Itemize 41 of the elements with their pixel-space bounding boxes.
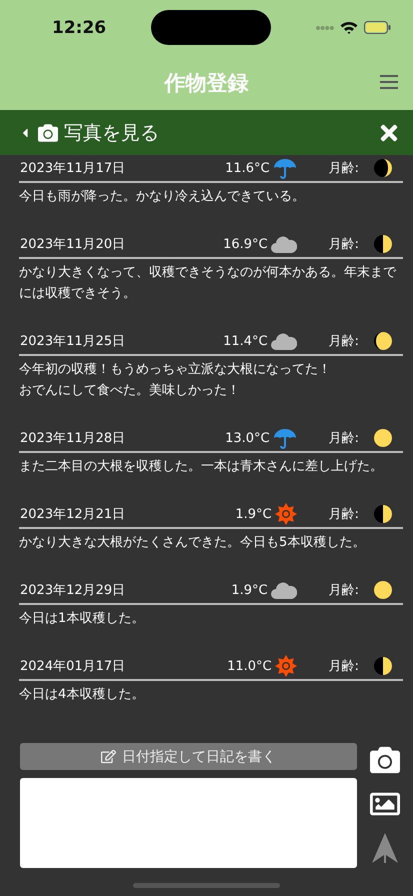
moon-age-label: 月齢: [328, 506, 359, 523]
entry-text: かなり大きくなって、収穫できそうなのが何本かある。年末までには収穫できそう。 [19, 264, 398, 303]
pencil-icon [101, 749, 116, 764]
screen-title: 作物登録 [164, 70, 248, 96]
moon-age-label: 月齢: [328, 582, 359, 599]
moon-age-label: 月齢: [328, 333, 359, 350]
camera-icon[interactable] [38, 122, 58, 142]
menu-icon[interactable] [379, 74, 399, 90]
entry-text: 今日も雨が降った。かなり冷え込んできている。 [19, 188, 306, 206]
moon-age-label: 月齢: [328, 658, 359, 675]
moon-age-label: 月齢: [328, 160, 359, 177]
temperature: 16.9°C [223, 236, 268, 252]
entry-text: 今日は4本収穫した。 [19, 686, 146, 704]
diary-input-field[interactable] [20, 778, 357, 868]
signal-icon [316, 24, 334, 30]
moon-age-label: 月齢: [328, 430, 359, 447]
entry-date: 2024年01月17日 [20, 658, 126, 675]
entry-date: 2023年11月28日 [20, 430, 126, 447]
entry-date: 2023年12月29日 [20, 582, 126, 599]
send-icon[interactable] [372, 833, 398, 863]
wifi-icon [340, 21, 358, 34]
status-time: 12:26 [52, 18, 106, 38]
temperature: 1.9°C [235, 506, 272, 522]
entry-date: 2023年11月25日 [20, 333, 126, 350]
battery-icon [364, 21, 391, 34]
entry-date: 2023年11月17日 [20, 160, 126, 177]
entry-date: 2023年12月21日 [20, 506, 126, 523]
temperature: 11.4°C [223, 334, 268, 348]
entry-text: 今年初の収穫！もうめっちゃ立派な大根になってた！ [19, 361, 332, 379]
write-diary-button[interactable]: 日付指定して日記を書く [20, 743, 357, 770]
temperature: 13.0°C [225, 430, 270, 446]
entry-date: 2023年11月20日 [20, 236, 126, 253]
camera-icon[interactable] [370, 745, 400, 775]
temperature: 11.6°C [225, 160, 270, 176]
entry-text: 今日は1本収穫した。 [19, 610, 146, 628]
entry-text: かなり大きな大根がたくさんできた。今日も5本収穫した。 [19, 534, 366, 552]
entry-text: おでんにして食べた。美味しかった！ [19, 382, 241, 400]
temperature: 11.0°C [227, 658, 272, 674]
temperature: 1.9°C [231, 582, 268, 598]
moon-age-label: 月齢: [328, 236, 359, 253]
entry-text: また二本目の大根を収穫した。一本は青木さんに差し上げた。 [19, 458, 384, 476]
